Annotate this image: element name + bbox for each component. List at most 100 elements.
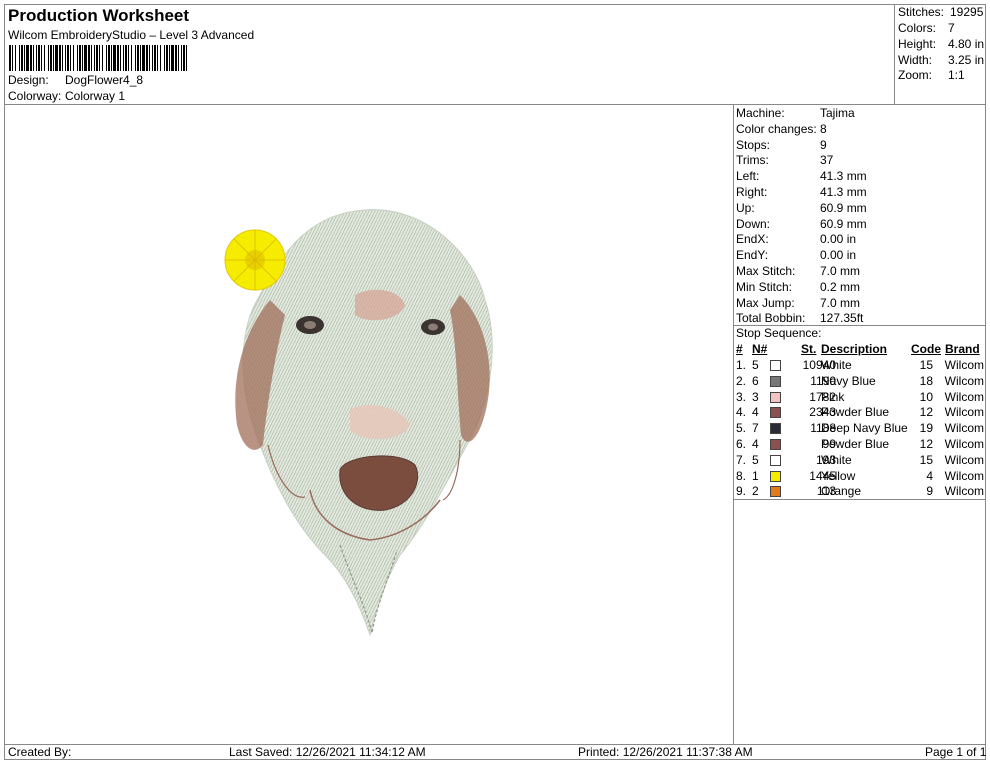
stat-height: Height: 4.80 in [898, 37, 985, 51]
property-value: 7.0 mm [820, 295, 861, 310]
last-saved: Last Saved: 12/26/2021 11:34:12 AM [229, 745, 426, 759]
property-row: Max Stitch: 7.0 mm [736, 264, 860, 278]
row-number: 3. [736, 389, 747, 404]
row-needle: 5 [752, 358, 759, 372]
property-row: Down: 60.9 mm [736, 216, 867, 231]
property-value: 37 [820, 153, 834, 168]
color-swatch [770, 360, 781, 371]
page-title: Production Worksheet [8, 6, 190, 25]
col-header-description: Description [821, 342, 888, 356]
property-label: Up: [736, 200, 755, 215]
property-value: Tajima [820, 106, 855, 120]
property-label: Down: [736, 216, 771, 231]
row-needle: 4 [752, 437, 759, 451]
row-needle: 4 [752, 405, 759, 420]
property-row: Max Jump: 7.0 mm [736, 295, 860, 310]
property-row: Right: 41.3 mm [736, 185, 867, 199]
property-row: Trims: 37 [736, 153, 833, 168]
row-description: Powder Blue [821, 437, 890, 451]
col-header-stitches: St. [801, 342, 817, 356]
row-needle: 6 [752, 373, 759, 388]
property-value: 9 [820, 137, 827, 152]
design-name: DogFlower4_8 [65, 73, 144, 87]
stat-stitches: Stitches: 19295 [898, 5, 984, 19]
property-value: 0.00 in [820, 232, 857, 247]
property-label: Color changes: [736, 121, 817, 136]
property-label: Right: [736, 185, 768, 199]
property-label: Stops: [736, 137, 771, 152]
printed-date: Printed: 12/26/2021 11:37:38 AM [578, 745, 753, 759]
property-label: Max Jump: [736, 295, 795, 310]
col-header-code: Code [911, 342, 941, 356]
property-row: Machine: Tajima [736, 106, 855, 120]
table-divider [734, 499, 986, 500]
row-description: Navy Blue [821, 373, 876, 388]
property-value: 60.9 mm [820, 200, 867, 215]
property-value: 60.9 mm [820, 216, 867, 231]
row-needle: 5 [752, 452, 759, 467]
row-description: White [821, 452, 852, 467]
property-label: Min Stitch: [736, 279, 793, 294]
design-row: Design: DogFlower4_8 [8, 73, 143, 87]
row-number: 9. [736, 484, 747, 499]
color-swatch [770, 439, 781, 450]
stats-box: Stitches: 19295 Colors: 7 Height: 4.80 in W… [894, 4, 986, 105]
row-code: 12 [919, 405, 933, 420]
property-row: Up: 60.9 mm [736, 200, 867, 215]
property-value: 41.3 mm [820, 169, 867, 184]
color-swatch [770, 486, 781, 498]
row-brand: Wilcom [944, 405, 984, 420]
stop-sequence-title: Stop Sequence: [736, 326, 822, 340]
worksheet-footer: Created By: Last Saved: 12/26/2021 11:34… [5, 744, 987, 760]
row-brand: Wilcom [944, 484, 984, 499]
row-code: 18 [919, 373, 933, 388]
property-label: Machine: [736, 106, 785, 120]
design-preview [5, 105, 734, 744]
row-needle: 7 [752, 421, 759, 436]
stat-colors: Colors: 7 [898, 21, 955, 35]
row-needle: 2 [752, 484, 759, 499]
property-value: 8 [820, 121, 827, 136]
row-description: Yellow [821, 468, 856, 483]
row-description: Orange [821, 484, 862, 499]
row-description: Pink [821, 389, 845, 404]
color-swatch [770, 391, 781, 403]
row-number: 6. [736, 437, 747, 451]
stat-width: Width: 3.25 in [898, 53, 985, 67]
barcode-image [9, 45, 187, 71]
property-row: Stops: 9 [736, 137, 827, 152]
row-brand: Wilcom [944, 373, 984, 388]
col-header-brand: Brand [945, 342, 980, 356]
property-row: Total Bobbin: 127.35ft [736, 311, 863, 326]
property-value: 7.0 mm [820, 264, 861, 278]
property-label: Total Bobbin: [736, 311, 806, 326]
row-code: 10 [919, 389, 933, 404]
colorway-row: Colorway: Colorway 1 [8, 89, 125, 103]
design-label: Design: [8, 73, 49, 87]
row-number: 5. [736, 421, 747, 436]
row-description: White [821, 358, 852, 372]
row-brand: Wilcom [944, 389, 984, 404]
property-label: Trims: [736, 153, 769, 168]
page-number: Page 1 of 1 [925, 745, 987, 759]
row-number: 8. [736, 468, 747, 483]
col-header-needle: N# [752, 342, 768, 356]
row-description: Powder Blue [821, 405, 890, 420]
row-needle: 1 [752, 468, 759, 483]
software-subtitle: Wilcom EmbroideryStudio – Level 3 Advanc… [8, 28, 255, 42]
property-value: 127.35ft [820, 311, 864, 326]
colorway-name: Colorway 1 [65, 89, 126, 103]
row-description: Deep Navy Blue [821, 421, 908, 436]
property-label: Left: [736, 169, 760, 184]
row-code: 19 [919, 421, 933, 436]
row-number: 7. [736, 452, 747, 467]
stat-zoom: Zoom: 1:1 [898, 68, 965, 82]
row-brand: Wilcom [944, 421, 984, 436]
row-brand: Wilcom [944, 452, 984, 467]
color-swatch [770, 407, 781, 419]
color-swatch [770, 375, 781, 387]
property-row: Color changes: 8 [736, 121, 827, 136]
property-row: EndY: 0.00 in [736, 248, 856, 262]
row-needle: 3 [752, 389, 759, 404]
row-code: 12 [919, 437, 933, 451]
